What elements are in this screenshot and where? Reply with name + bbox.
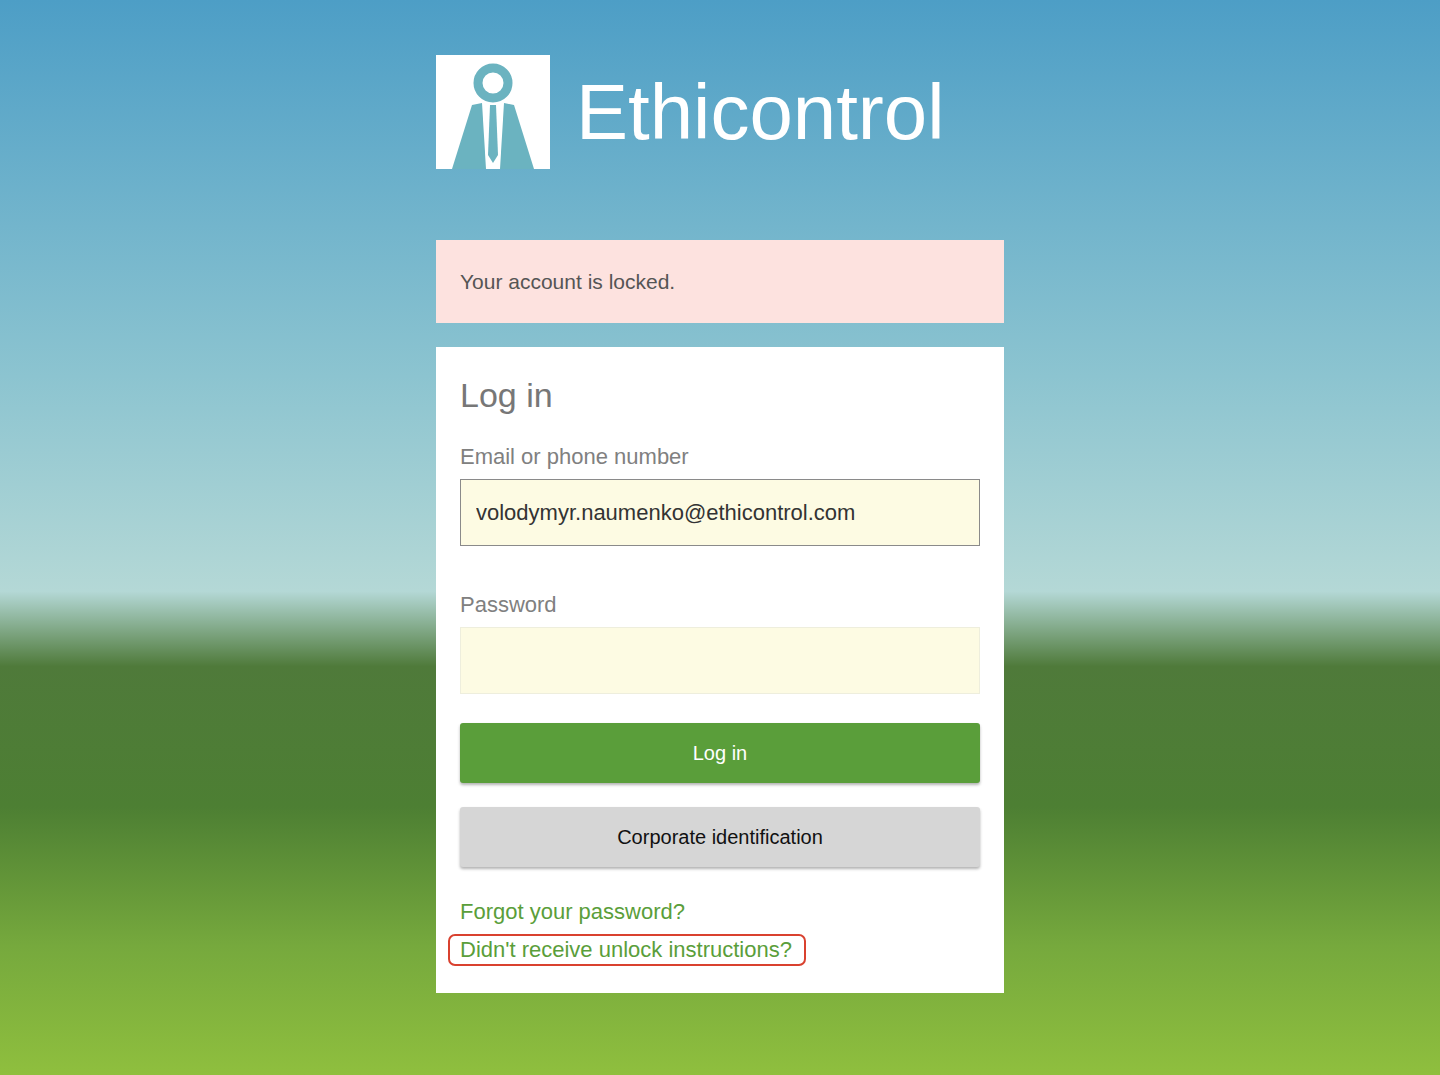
field-label: Password: [460, 591, 980, 619]
form-title: Log in: [460, 375, 980, 415]
logo-icon: [436, 55, 550, 169]
text-field[interactable]: [460, 627, 980, 694]
login-card: Log in Email or phone number Password Log i…: [436, 347, 1004, 993]
login-page: Ethicontrol Your account is locked. Log in…: [0, 0, 1440, 1075]
logo-text: Ethicontrol: [576, 73, 945, 151]
links: Forgot your password?Didn't receive unlo…: [460, 896, 980, 966]
text-field[interactable]: [460, 479, 980, 546]
corporate-button[interactable]: Corporate identification: [460, 807, 980, 867]
field-label: Email or phone number: [460, 443, 980, 471]
form-link[interactable]: Didn't receive unlock instructions?: [448, 934, 806, 966]
alert: Your account is locked.: [436, 240, 1004, 323]
login-button[interactable]: Log in: [460, 723, 980, 783]
logo: Ethicontrol: [436, 55, 1004, 169]
form-link[interactable]: Forgot your password?: [448, 896, 699, 928]
login-column: Ethicontrol Your account is locked. Log in…: [436, 0, 1004, 1075]
